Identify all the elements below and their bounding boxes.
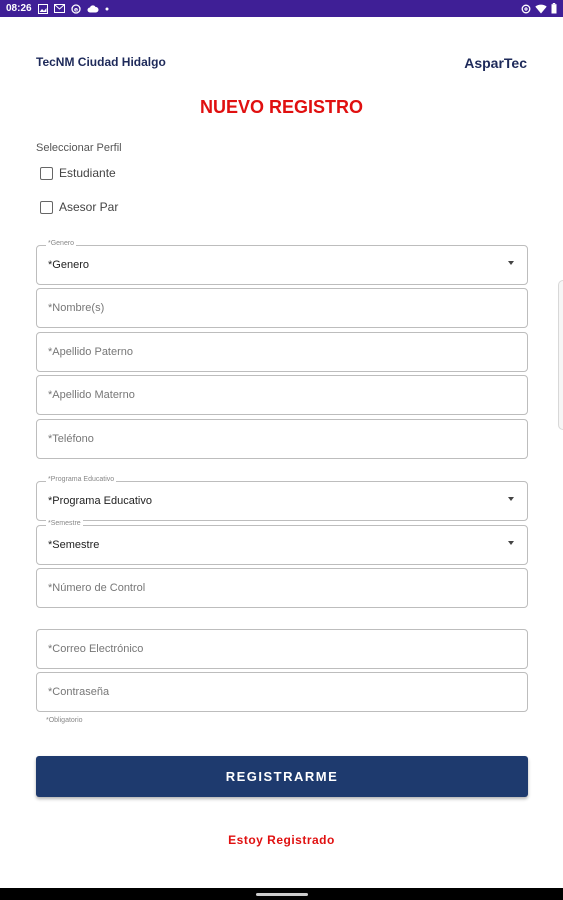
status-time: 08:26 [6, 3, 32, 14]
status-bar: 08:26 e [0, 0, 563, 17]
semestre-value: *Semestre [48, 539, 100, 551]
apellido-paterno-placeholder: *Apellido Paterno [48, 346, 134, 358]
dot-icon [105, 3, 109, 15]
telefono-placeholder: *Teléfono [48, 433, 94, 445]
wifi-icon [535, 3, 547, 15]
semestre-select[interactable]: *Semestre *Semestre [36, 520, 528, 565]
perfil-label: Seleccionar Perfil [36, 142, 122, 154]
programa-value: *Programa Educativo [48, 495, 152, 507]
institution-name: TecNM Ciudad Hidalgo [36, 55, 166, 69]
data-saver-icon [521, 3, 531, 15]
sync-icon: e [70, 3, 81, 15]
gmail-icon [53, 3, 65, 15]
gallery-icon [37, 3, 48, 15]
genero-value: *Genero [48, 259, 89, 271]
page-title: NUEVO REGISTRO [199, 97, 364, 117]
asesor-par-checkbox[interactable] [40, 200, 53, 214]
contrasena-input[interactable]: *Contraseña [36, 672, 528, 712]
telefono-input[interactable]: *Teléfono [36, 419, 528, 459]
estudiante-label: Estudiante [59, 166, 116, 180]
home-gesture-handle[interactable] [256, 893, 308, 896]
apellido-paterno-input[interactable]: *Apellido Paterno [36, 332, 528, 372]
required-hint: *Obligatorio [46, 717, 83, 724]
app-name: AsparTec [464, 55, 527, 71]
estudiante-checkbox[interactable] [40, 166, 53, 180]
apellido-materno-input[interactable]: *Apellido Materno [36, 375, 528, 415]
chevron-down-icon [508, 261, 514, 265]
contrasena-placeholder: *Contraseña [48, 686, 110, 698]
register-button[interactable]: REGISTRARME [36, 756, 528, 797]
programa-educativo-select[interactable]: *Programa Educativo *Programa Educativo [36, 476, 528, 521]
programa-float-label: *Programa Educativo [46, 476, 117, 483]
genero-float-label: *Genero [46, 240, 77, 247]
numero-control-input[interactable]: *Número de Control [36, 568, 528, 608]
apellido-materno-placeholder: *Apellido Materno [48, 389, 135, 401]
estudiante-option[interactable]: Estudiante [40, 166, 116, 180]
genero-select[interactable]: *Genero *Genero [36, 240, 528, 285]
battery-icon [551, 3, 557, 15]
asesor-par-option[interactable]: Asesor Par [40, 200, 118, 214]
chevron-down-icon [508, 497, 514, 501]
cloud-icon [87, 3, 99, 15]
chevron-down-icon [508, 541, 514, 545]
svg-text:e: e [74, 6, 78, 13]
asesor-par-label: Asesor Par [59, 200, 119, 214]
nombre-input[interactable]: *Nombre(s) [36, 288, 528, 328]
already-registered-link[interactable]: Estoy Registrado [0, 833, 563, 847]
side-panel-handle[interactable] [558, 280, 563, 430]
correo-input[interactable]: *Correo Electrónico [36, 629, 528, 669]
nombre-placeholder: *Nombre(s) [48, 302, 105, 314]
numero-control-placeholder: *Número de Control [48, 582, 146, 594]
correo-placeholder: *Correo Electrónico [48, 643, 144, 655]
navigation-bar [0, 888, 563, 900]
semestre-float-label: *Semestre [46, 520, 83, 527]
